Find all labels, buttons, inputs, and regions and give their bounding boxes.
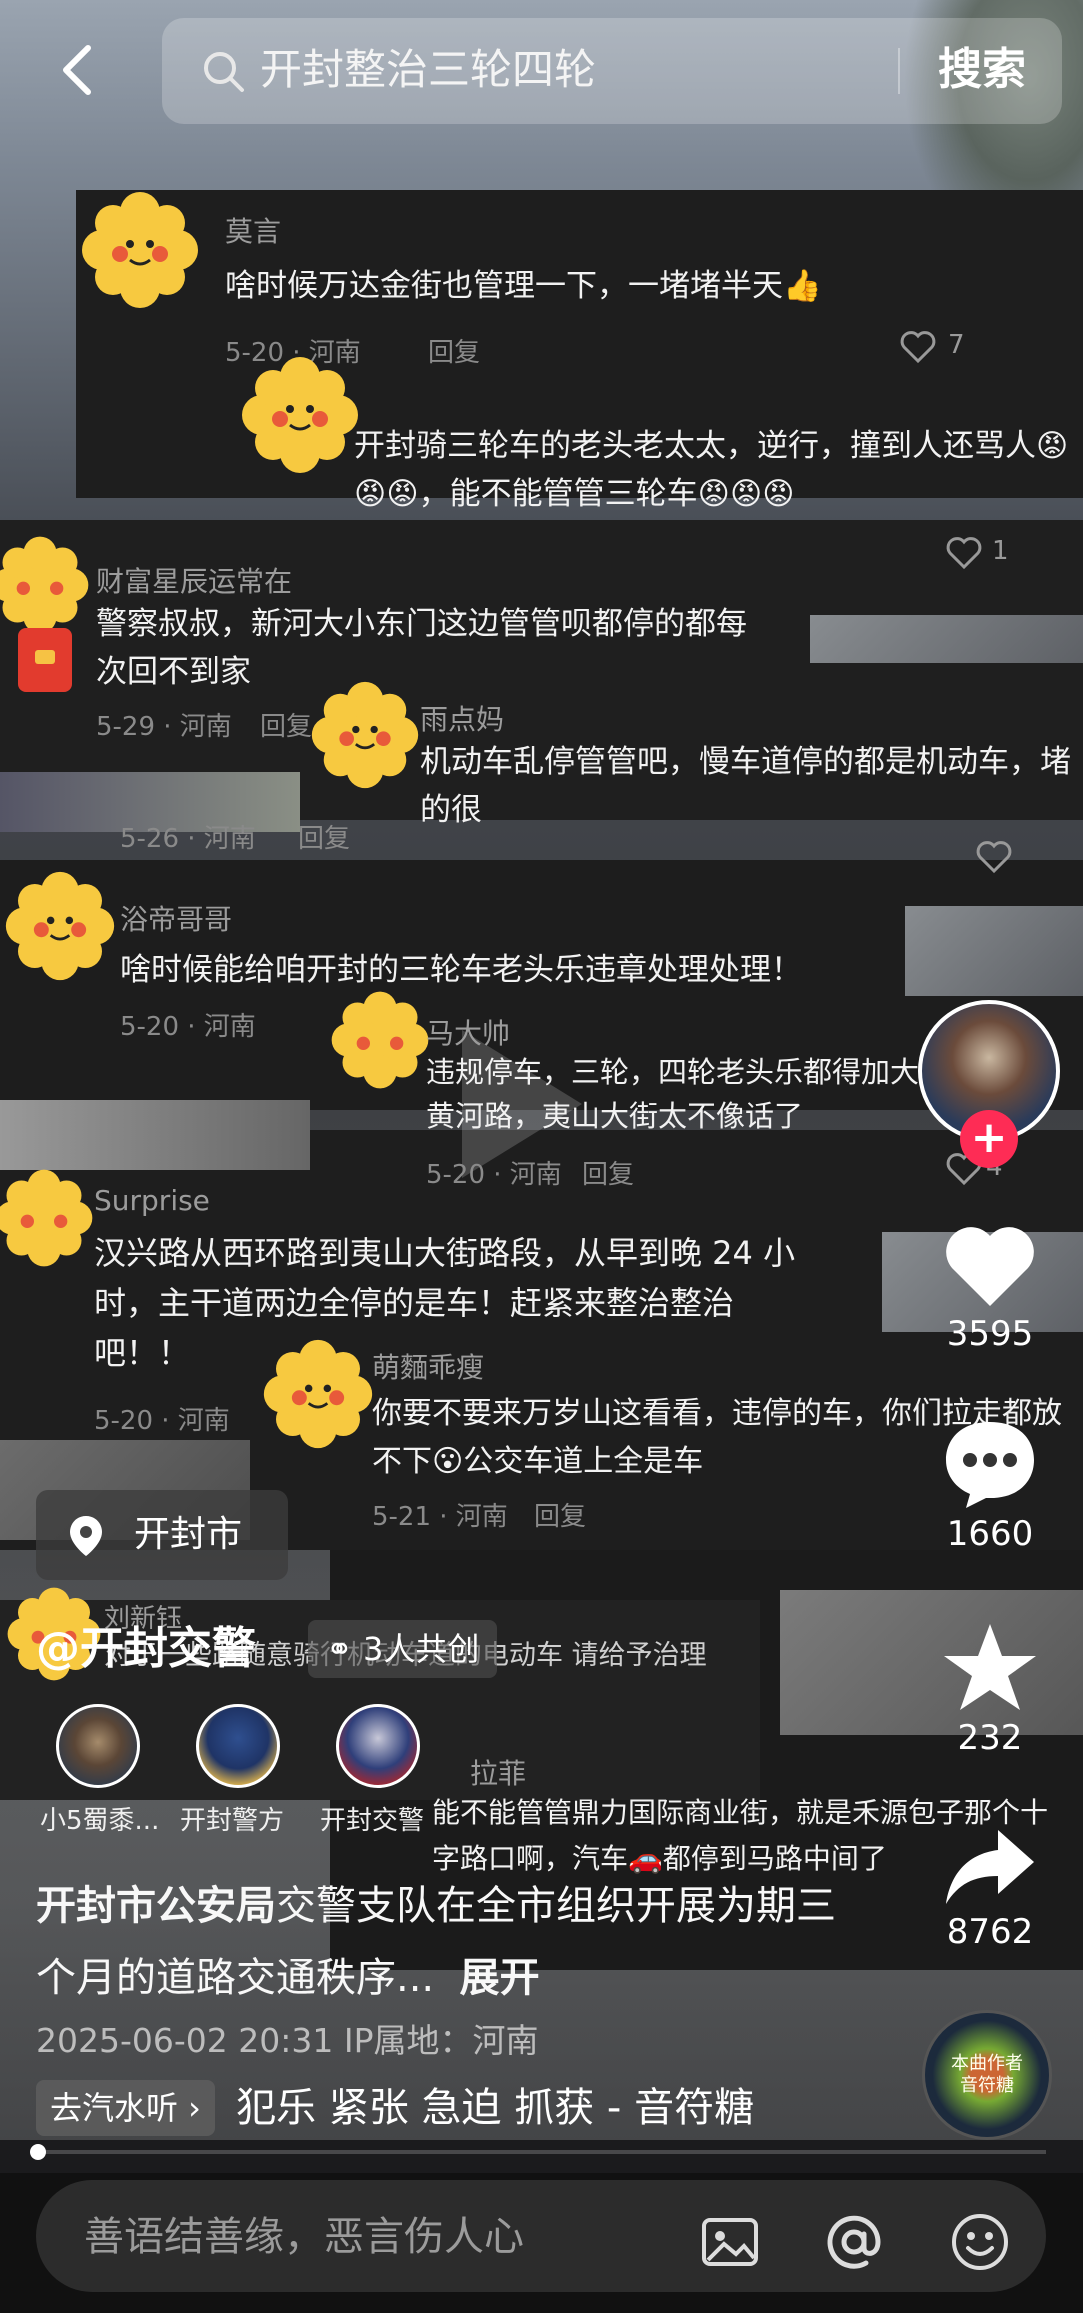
co-creator-avatar[interactable] <box>336 1704 420 1788</box>
reply-button[interactable]: 回复 <box>534 1496 586 1533</box>
comment-text: 警察叔叔，新河大小东门这边管管呗都停的都每次回不到家 <box>96 606 747 690</box>
back-button[interactable] <box>50 40 110 100</box>
comment-bubble-icon[interactable] <box>940 1412 1040 1512</box>
favorite-count: 232 <box>957 1718 1023 1758</box>
follow-button[interactable]: + <box>960 1110 1018 1168</box>
comment-text: 开封骑三轮车的老头老太太，逆行，撞到人还骂人😡😡😡，能不能管管三轮车😡😡😡 <box>354 428 1069 512</box>
star-icon[interactable] <box>940 1618 1040 1718</box>
post-date: 2025-06-02 20:31 IP属地：河南 <box>36 2021 539 2060</box>
co-creator-name[interactable]: 小5蜀黍... <box>40 1800 159 1837</box>
music-row[interactable]: 去汽水听 › 犯乐 紧张 急迫 抓获 - 音符糖 <box>36 2080 754 2140</box>
disc-label: 本曲作者音符糖 <box>951 2053 1023 2096</box>
photo-thumbnail <box>810 615 1083 663</box>
comment-username: 马大帅 <box>426 1017 511 1050</box>
comment-input-placeholder[interactable]: 善语结善缘，恶言伤人心 <box>84 2212 524 2262</box>
like-count: 1 <box>992 536 1009 566</box>
video-description[interactable]: 开封市公安局交警支队在全市组织开展为期三个月的道路交通秩序... 展开 <box>36 1870 856 2014</box>
emoji-avatar-icon <box>331 991 429 1089</box>
search-icon <box>204 52 244 92</box>
emoji-icon[interactable] <box>948 2210 1012 2274</box>
description-highlight[interactable]: 开封市公安局 <box>36 1883 276 1929</box>
red-envelope-icon[interactable] <box>18 628 72 692</box>
heart-outline-icon[interactable] <box>900 330 936 364</box>
image-icon[interactable] <box>698 2210 762 2274</box>
music-title: 犯乐 紧张 急迫 抓获 - 音符糖 <box>236 2085 755 2131</box>
emoji-avatar-icon <box>5 871 115 981</box>
mention-icon[interactable] <box>822 2210 886 2274</box>
location-text: 开封市 <box>134 1514 243 1555</box>
emoji-avatar-icon <box>263 1339 373 1449</box>
comment-username: 财富星辰运常在 <box>96 565 293 598</box>
emoji-avatar-icon <box>82 192 198 308</box>
photo-thumbnail <box>0 1100 310 1170</box>
reply-button[interactable]: 回复 <box>582 1154 634 1191</box>
emoji-avatar-icon <box>311 681 419 789</box>
link-icon: ⚭ <box>326 1630 363 1668</box>
comment-text: 机动车乱停管管吧，慢车道停的都是机动车，堵的很 <box>420 744 1071 828</box>
like-count: 7 <box>948 330 965 360</box>
reply-button[interactable]: 回复 <box>428 332 480 369</box>
like-count: 3595 <box>946 1314 1034 1354</box>
comment-username: 浴帝哥哥 <box>120 903 233 936</box>
emoji-avatar-icon <box>0 536 89 634</box>
comment-meta: 5-20 · 河南 <box>426 1160 562 1190</box>
co-creator-name[interactable]: 开封警方 <box>180 1800 284 1837</box>
comment-meta: 5-26 · 河南 <box>120 824 256 854</box>
comment-meta: 5-29 · 河南 <box>96 712 232 742</box>
comment-meta: 5-20 · 河南 <box>94 1406 230 1436</box>
heart-outline-icon[interactable] <box>976 840 1012 874</box>
expand-button[interactable]: 展开 <box>460 1955 540 2001</box>
co-creator-avatar[interactable] <box>196 1704 280 1788</box>
cocreate-label: 3人共创 <box>362 1630 480 1668</box>
author-name[interactable]: @开封交警 <box>36 1612 256 1676</box>
search-input[interactable]: 开封整治三轮四轮 <box>260 40 596 100</box>
co-creator-avatar[interactable] <box>56 1704 140 1788</box>
comment-text: 啥时候万达金街也管理一下，一堵堵半天👍 <box>225 268 822 304</box>
reply-button[interactable]: 回复 <box>260 706 312 743</box>
heart-icon[interactable] <box>940 1216 1040 1316</box>
video-progress-bar[interactable] <box>30 2144 1046 2160</box>
location-pin-icon <box>70 1516 102 1556</box>
photo-thumbnail <box>905 906 1083 996</box>
search-bar[interactable]: 开封整治三轮四轮 搜索 <box>162 18 1062 124</box>
listen-button[interactable]: 去汽水听 › <box>36 2080 215 2136</box>
progress-handle[interactable] <box>30 2144 46 2160</box>
comment-meta: 5-21 · 河南 <box>372 1502 508 1532</box>
comment-username: Surprise <box>94 1184 210 1217</box>
music-disc[interactable]: 本曲作者音符糖 <box>922 2010 1052 2140</box>
search-button[interactable]: 搜索 <box>938 40 1026 100</box>
comment-text: 违规停车，三轮，四轮老头乐都得加大黄河路，夷山大街太不像话了 <box>426 1055 920 1133</box>
divider <box>898 48 900 94</box>
chevron-left-icon <box>63 45 91 95</box>
comment-username: 莫言 <box>225 215 282 248</box>
share-count: 8762 <box>946 1912 1034 1952</box>
share-arrow-icon[interactable] <box>940 1816 1040 1916</box>
comment-username: 雨点妈 <box>420 703 505 736</box>
location-tag[interactable]: 开封市 <box>36 1490 288 1580</box>
emoji-avatar-icon <box>0 1169 93 1267</box>
comment-text: 啥时候能给咱开封的三轮车老头乐违章处理处理！ <box>120 952 802 988</box>
co-creator-name[interactable]: 开封交警 <box>320 1800 424 1837</box>
comment-username: 拉菲 <box>470 1757 527 1790</box>
cocreate-button[interactable]: ⚭ 3人共创 <box>308 1620 498 1678</box>
reply-button[interactable]: 回复 <box>298 818 350 855</box>
comment-count: 1660 <box>946 1514 1034 1554</box>
comment-meta: 5-20 · 河南 <box>120 1012 256 1042</box>
comment-username: 萌麵乖瘦 <box>372 1351 485 1384</box>
emoji-avatar-icon <box>242 357 358 473</box>
heart-outline-icon[interactable] <box>946 536 982 570</box>
